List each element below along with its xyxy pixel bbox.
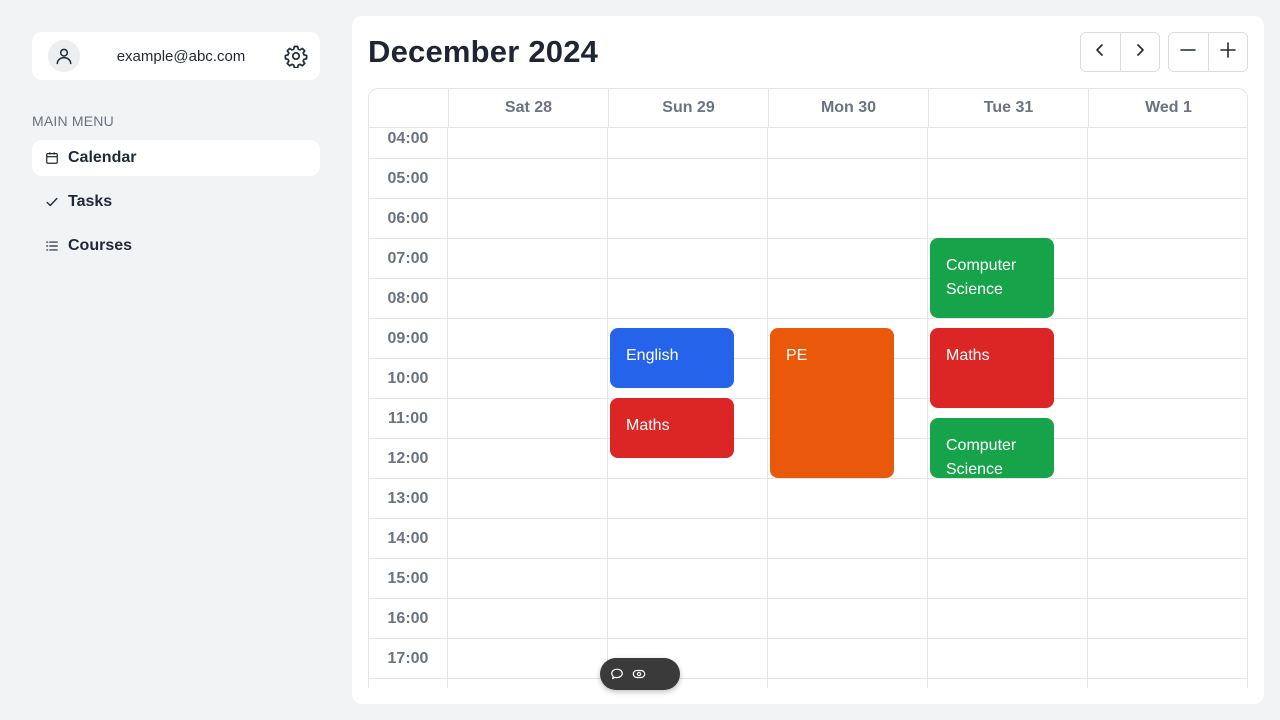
next-week-button[interactable] (1119, 33, 1159, 71)
calendar-icon (44, 150, 60, 166)
time-label: 09:00 (387, 330, 429, 347)
grid-column-line (767, 128, 768, 688)
event-block[interactable]: English (610, 328, 734, 388)
event-block[interactable]: Maths (930, 328, 1054, 408)
grid-row-line (369, 678, 1247, 679)
event-title: Computer Science (946, 257, 1017, 298)
day-header: Tue 31 (928, 89, 1088, 127)
event-block[interactable]: PE (770, 328, 894, 478)
sidebar-item-label: Courses (68, 237, 133, 254)
grid-column-line (447, 128, 448, 688)
time-label: 13:00 (387, 490, 429, 507)
sidebar-item-courses[interactable]: Courses (32, 228, 320, 264)
grid-column-line (1087, 128, 1088, 688)
minus-icon (1179, 41, 1197, 64)
day-header: Mon 30 (768, 89, 928, 127)
comment-icon[interactable] (610, 667, 624, 681)
zoom-in-button[interactable] (1207, 33, 1247, 71)
time-label: 11:00 (387, 410, 429, 427)
grid-row-line (369, 598, 1247, 599)
zoom-button-group (1168, 32, 1248, 72)
event-title: English (626, 347, 679, 364)
user-icon[interactable] (48, 40, 80, 72)
event-title: Maths (626, 417, 670, 434)
chevron-left-icon (1092, 42, 1108, 63)
page-title: December 2024 (368, 34, 599, 69)
prev-week-button[interactable] (1081, 33, 1120, 71)
time-label: 17:00 (387, 650, 429, 667)
list-icon (44, 238, 60, 254)
grid-row-line (369, 278, 1247, 279)
grid-column-line (927, 128, 928, 688)
grid-row-line (369, 198, 1247, 199)
sidebar-item-label: Tasks (68, 193, 113, 210)
day-header: Sat 28 (448, 89, 608, 127)
user-email: example@abc.com (116, 47, 246, 65)
grid-column-line (607, 128, 608, 688)
grid-row-line (369, 478, 1247, 479)
time-label: 07:00 (387, 250, 429, 267)
calendar-panel: December 2024 Sat 28 Sun 29 Mon 30 Tue 31 We… (352, 16, 1264, 704)
time-label: 15:00 (387, 570, 429, 587)
grid-row-line (369, 558, 1247, 559)
time-label: 12:00 (387, 450, 429, 467)
zoom-out-button[interactable] (1169, 33, 1208, 71)
eye-icon[interactable] (632, 667, 646, 681)
grid-row-line (369, 638, 1247, 639)
event-block[interactable]: Computer Science (930, 418, 1054, 478)
day-header: Sun 29 (608, 89, 768, 127)
time-grid: 04:00 05:00 06:00 07:00 08:00 09:00 10:00 11:00… (369, 128, 1248, 688)
day-header: Wed 1 (1088, 89, 1247, 127)
user-card: example@abc.com (32, 32, 320, 80)
event-title: Computer Science (946, 437, 1017, 478)
floating-toolbar (600, 658, 680, 690)
time-label: 14:00 (387, 530, 429, 547)
grid-row-line (369, 518, 1247, 519)
chevron-right-icon (1132, 42, 1148, 63)
nav-button-group (1080, 32, 1160, 72)
main-menu-title: MAIN MENU (32, 113, 114, 129)
time-label: 08:00 (387, 290, 429, 307)
grid-row-line (369, 238, 1247, 239)
event-block[interactable]: Computer Science (930, 238, 1054, 318)
plus-icon (1219, 41, 1237, 64)
sidebar-item-tasks[interactable]: Tasks (32, 184, 320, 220)
time-label: 04:00 (387, 130, 429, 147)
check-icon (44, 194, 60, 210)
sidebar-item-label: Calendar (68, 149, 137, 166)
time-label: 16:00 (387, 610, 429, 627)
calendar-grid: Sat 28 Sun 29 Mon 30 Tue 31 Wed 1 04:00 05:00… (368, 88, 1248, 688)
event-title: Maths (946, 347, 990, 364)
grid-column-line (1247, 128, 1248, 688)
sidebar-item-calendar[interactable]: Calendar (32, 140, 320, 176)
event-title: PE (786, 347, 808, 364)
day-header-row: Sat 28 Sun 29 Mon 30 Tue 31 Wed 1 (369, 89, 1247, 128)
grid-row-line (369, 158, 1247, 159)
grid-row-line (369, 318, 1247, 319)
gear-icon[interactable] (282, 42, 310, 70)
time-label: 06:00 (387, 210, 429, 227)
time-label: 10:00 (387, 370, 429, 387)
event-block[interactable]: Maths (610, 398, 734, 458)
time-label: 05:00 (387, 170, 429, 187)
